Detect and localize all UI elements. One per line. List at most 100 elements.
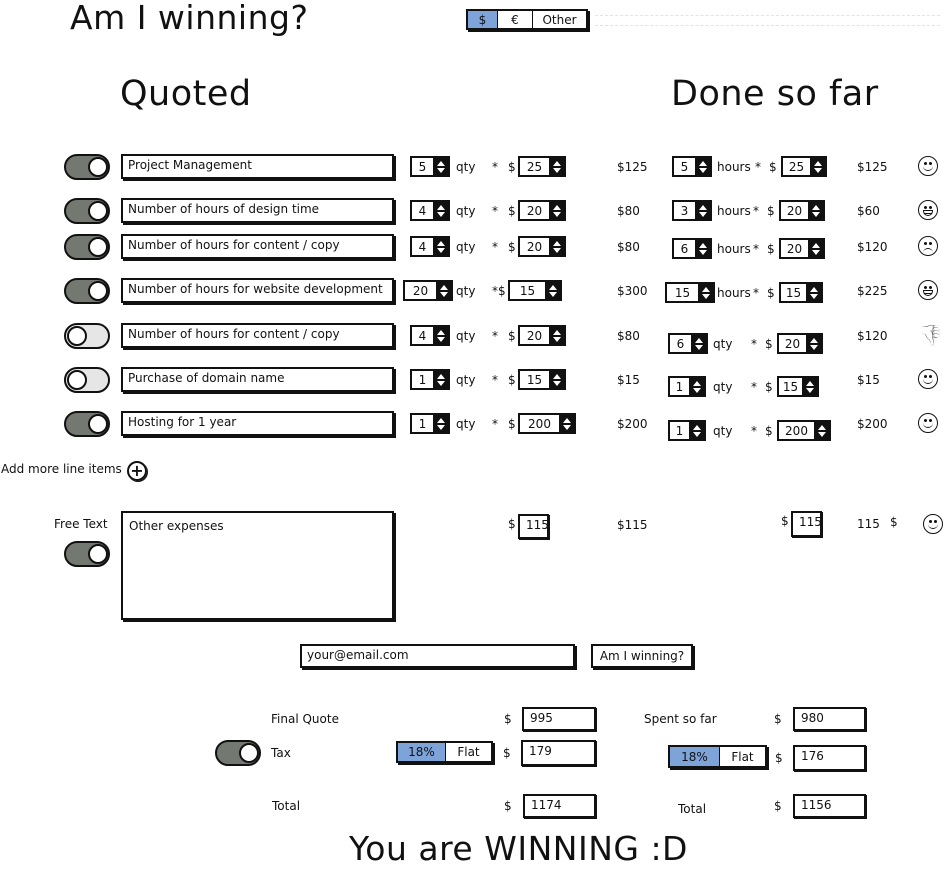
done-qty-stepper[interactable]: 3: [672, 200, 712, 221]
stepper-arrows-icon[interactable]: [437, 282, 451, 299]
quoted-qty-stepper[interactable]: 4: [410, 200, 450, 221]
currency-option-dollar[interactable]: $: [468, 11, 498, 28]
arrow-down-icon[interactable]: [553, 336, 561, 342]
tax-option-percent[interactable]: 18%: [670, 747, 720, 766]
arrow-down-icon[interactable]: [812, 249, 820, 255]
line-item-name-input[interactable]: Hosting for 1 year: [121, 411, 394, 436]
currency-other-input-placeholder[interactable]: [595, 15, 940, 26]
line-item-name-input[interactable]: Purchase of domain name: [121, 367, 394, 392]
arrow-down-icon[interactable]: [437, 247, 445, 253]
stepper-arrows-icon[interactable]: [696, 158, 710, 175]
stepper-arrows-icon[interactable]: [434, 158, 448, 175]
arrow-up-icon[interactable]: [553, 240, 561, 246]
stepper-arrows-icon[interactable]: [807, 335, 821, 352]
stepper-arrows-icon[interactable]: [546, 282, 560, 299]
stepper-arrows-icon[interactable]: [434, 202, 448, 219]
arrow-up-icon[interactable]: [437, 160, 445, 166]
arrow-up-icon[interactable]: [812, 204, 820, 210]
quoted-qty-stepper[interactable]: 20: [403, 280, 453, 301]
arrow-up-icon[interactable]: [806, 380, 814, 386]
am-i-winning-button[interactable]: Am I winning?: [591, 644, 693, 668]
line-item-name-input[interactable]: Number of hours for content / copy: [121, 323, 394, 348]
done-qty-stepper[interactable]: 1: [668, 376, 706, 397]
arrow-up-icon[interactable]: [810, 337, 818, 343]
stepper-arrows-icon[interactable]: [550, 371, 564, 388]
tax-option-flat[interactable]: Flat: [720, 747, 765, 766]
arrow-down-icon[interactable]: [810, 344, 818, 350]
done-rate-stepper[interactable]: 20: [779, 238, 825, 259]
arrow-up-icon[interactable]: [695, 337, 703, 343]
line-item-toggle[interactable]: [64, 154, 110, 180]
line-item-toggle[interactable]: [64, 198, 110, 224]
arrow-up-icon[interactable]: [437, 329, 445, 335]
stepper-arrows-icon[interactable]: [803, 378, 817, 395]
total-done-value[interactable]: 1156: [793, 794, 866, 818]
line-item-name-input[interactable]: Project Management: [121, 154, 394, 179]
arrow-down-icon[interactable]: [437, 380, 445, 386]
arrow-up-icon[interactable]: [437, 417, 445, 423]
quoted-rate-stepper[interactable]: 15: [508, 280, 562, 301]
quoted-qty-stepper[interactable]: 1: [410, 369, 450, 390]
arrow-up-icon[interactable]: [693, 380, 701, 386]
done-rate-stepper[interactable]: 20: [777, 333, 823, 354]
stepper-arrows-icon[interactable]: [550, 202, 564, 219]
stepper-arrows-icon[interactable]: [690, 378, 704, 395]
arrow-up-icon[interactable]: [437, 373, 445, 379]
arrow-down-icon[interactable]: [699, 249, 707, 255]
arrow-down-icon[interactable]: [549, 291, 557, 297]
line-item-toggle[interactable]: [64, 323, 110, 349]
arrow-down-icon[interactable]: [437, 167, 445, 173]
arrow-up-icon[interactable]: [699, 204, 707, 210]
stepper-arrows-icon[interactable]: [696, 202, 710, 219]
arrow-down-icon[interactable]: [814, 167, 822, 173]
spent-so-far-value[interactable]: 980: [793, 707, 866, 731]
stepper-arrows-icon[interactable]: [434, 371, 448, 388]
stepper-arrows-icon[interactable]: [699, 284, 713, 301]
arrow-up-icon[interactable]: [814, 160, 822, 166]
email-input[interactable]: your@email.com: [300, 644, 575, 668]
tax-quoted-value[interactable]: 179: [521, 740, 596, 766]
free-text-textarea[interactable]: Other expenses: [121, 511, 394, 620]
quoted-rate-stepper[interactable]: 200: [518, 413, 576, 434]
quoted-rate-stepper[interactable]: 20: [518, 325, 566, 346]
quoted-qty-stepper[interactable]: 1: [410, 413, 450, 434]
arrow-down-icon[interactable]: [695, 344, 703, 350]
line-item-toggle[interactable]: [64, 278, 110, 304]
arrow-up-icon[interactable]: [699, 160, 707, 166]
stepper-arrows-icon[interactable]: [690, 422, 704, 439]
arrow-down-icon[interactable]: [440, 291, 448, 297]
free-text-toggle[interactable]: [64, 541, 110, 567]
final-quote-value[interactable]: 995: [522, 707, 596, 731]
free-text-done-amount[interactable]: 115: [791, 511, 822, 537]
arrow-down-icon[interactable]: [699, 167, 707, 173]
stepper-arrows-icon[interactable]: [434, 327, 448, 344]
arrow-down-icon[interactable]: [818, 431, 826, 437]
stepper-arrows-icon[interactable]: [815, 422, 829, 439]
stepper-arrows-icon[interactable]: [550, 158, 564, 175]
done-rate-stepper[interactable]: 20: [779, 200, 825, 221]
quoted-rate-stepper[interactable]: 20: [518, 236, 566, 257]
arrow-down-icon[interactable]: [553, 247, 561, 253]
arrow-down-icon[interactable]: [553, 211, 561, 217]
arrow-up-icon[interactable]: [553, 160, 561, 166]
free-text-quoted-amount[interactable]: 115: [518, 514, 549, 539]
arrow-down-icon[interactable]: [702, 293, 710, 299]
line-item-toggle[interactable]: [64, 367, 110, 393]
arrow-up-icon[interactable]: [818, 424, 826, 430]
done-qty-stepper[interactable]: 6: [668, 333, 708, 354]
stepper-arrows-icon[interactable]: [550, 327, 564, 344]
arrow-down-icon[interactable]: [699, 211, 707, 217]
line-item-toggle[interactable]: [64, 411, 110, 437]
done-rate-stepper[interactable]: 200: [777, 420, 831, 441]
stepper-arrows-icon[interactable]: [811, 158, 825, 175]
arrow-down-icon[interactable]: [437, 424, 445, 430]
stepper-arrows-icon[interactable]: [692, 335, 706, 352]
stepper-arrows-icon[interactable]: [809, 240, 823, 257]
line-item-name-input[interactable]: Number of hours for website development: [121, 278, 394, 303]
stepper-arrows-icon[interactable]: [809, 202, 823, 219]
arrow-up-icon[interactable]: [437, 204, 445, 210]
quoted-qty-stepper[interactable]: 5: [410, 156, 450, 177]
tax-type-selector-done[interactable]: 18% Flat: [668, 745, 767, 768]
done-qty-stepper[interactable]: 15: [665, 282, 715, 303]
stepper-arrows-icon[interactable]: [434, 238, 448, 255]
